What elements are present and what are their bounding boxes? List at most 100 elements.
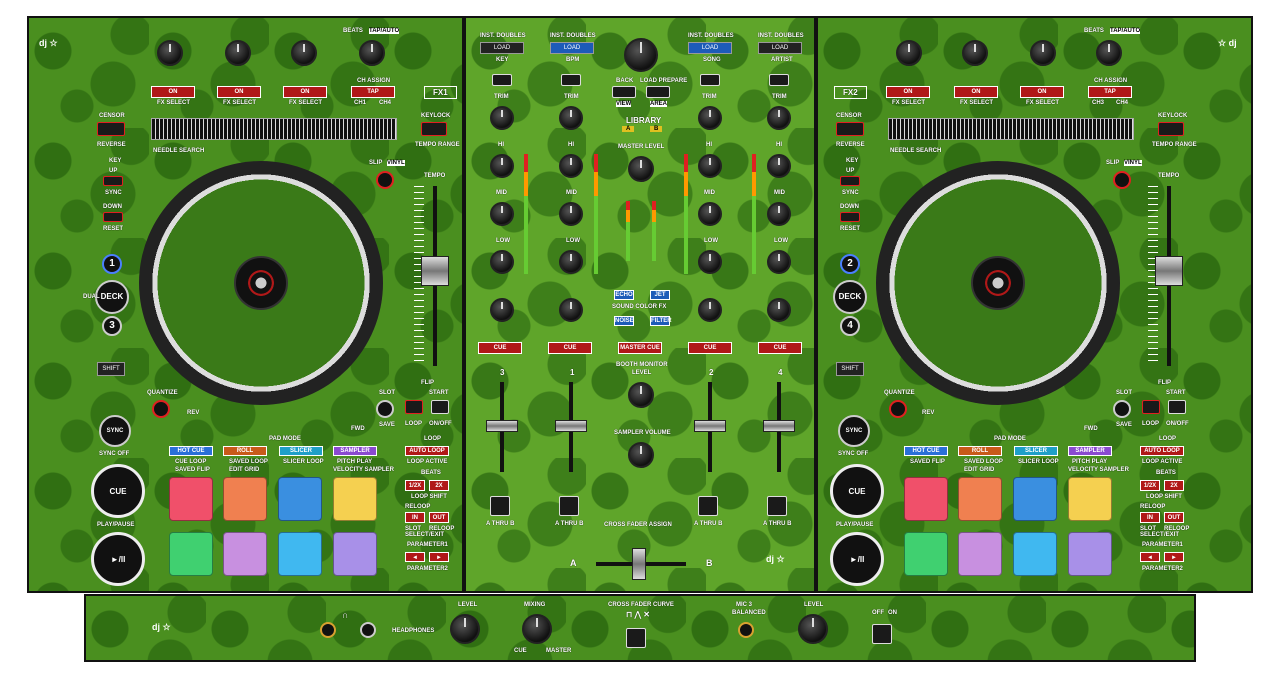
pad-r-4[interactable] <box>1068 477 1112 521</box>
booth-monitor-knob[interactable] <box>628 382 654 408</box>
fx2-knob-1[interactable] <box>896 40 922 66</box>
key-up-button[interactable] <box>103 176 123 186</box>
trim-knob-3[interactable] <box>490 106 514 130</box>
fx2-knob-2[interactable] <box>962 40 988 66</box>
mic3-jack[interactable] <box>738 622 754 638</box>
vinyl-button-r[interactable] <box>1113 171 1131 189</box>
slicer-button[interactable]: SLICER <box>279 446 323 456</box>
tempo-fader-r[interactable] <box>1155 256 1183 286</box>
color-fx-knob-3[interactable] <box>490 298 514 322</box>
roll-button[interactable]: ROLL <box>223 446 267 456</box>
echo-button[interactable]: ECHO <box>614 290 634 300</box>
quantize-button-r[interactable] <box>889 400 907 418</box>
hi-knob-3[interactable] <box>490 154 514 178</box>
fx1-on-button-1[interactable]: ON <box>151 86 195 98</box>
param-right-button[interactable]: ► <box>429 552 449 562</box>
auto-loop-button[interactable]: AUTO LOOP <box>405 446 449 456</box>
sync-button[interactable]: SYNC <box>99 415 131 447</box>
pad-6[interactable] <box>223 532 267 576</box>
deck-3-button[interactable]: 3 <box>102 316 122 336</box>
fx2-on-button-1[interactable]: ON <box>886 86 930 98</box>
loop-half-button-r[interactable]: 1/2X <box>1140 480 1160 491</box>
pad-3[interactable] <box>278 477 322 521</box>
key-up-button-r[interactable] <box>840 176 860 186</box>
cue-button[interactable]: CUE <box>91 464 145 518</box>
fx2-on-button-2[interactable]: ON <box>954 86 998 98</box>
master-cue-button[interactable]: MASTER CUE <box>618 342 662 354</box>
key-down-button-r[interactable] <box>840 212 860 222</box>
roll-button-r[interactable]: ROLL <box>958 446 1002 456</box>
loop-double-button-r[interactable]: 2X <box>1164 480 1184 491</box>
pad-2[interactable] <box>223 477 267 521</box>
keylock-button[interactable] <box>421 122 447 136</box>
keylock-button-r[interactable] <box>1158 122 1184 136</box>
pad-7[interactable] <box>278 532 322 576</box>
slot-button[interactable] <box>376 400 394 418</box>
pad-r-5[interactable] <box>904 532 948 576</box>
hi-knob-1[interactable] <box>559 154 583 178</box>
browse-knob[interactable] <box>624 38 658 72</box>
master-level-knob[interactable] <box>628 156 654 182</box>
slot-button-r[interactable] <box>1113 400 1131 418</box>
jet-button[interactable]: JET <box>650 290 670 300</box>
loop-in-button-r[interactable]: IN <box>1140 512 1160 523</box>
play-pause-button[interactable]: ►/II <box>91 532 145 586</box>
tempo-fader[interactable] <box>421 256 449 286</box>
loop-double-button[interactable]: 2X <box>429 480 449 491</box>
auto-loop-button-r[interactable]: AUTO LOOP <box>1140 446 1184 456</box>
sampler-volume-knob[interactable] <box>628 442 654 468</box>
mid-knob-3[interactable] <box>490 202 514 226</box>
censor-button-r[interactable] <box>836 122 864 136</box>
channel-fader-2[interactable] <box>694 420 726 432</box>
deck-button[interactable]: DECK <box>95 280 129 314</box>
deck-2-button[interactable]: 2 <box>840 254 860 274</box>
sync-button-r[interactable]: SYNC <box>838 415 870 447</box>
back-button[interactable] <box>612 86 636 98</box>
param-right-button-r[interactable]: ► <box>1164 552 1184 562</box>
pad-r-1[interactable] <box>904 477 948 521</box>
fx1-on-button-2[interactable]: ON <box>217 86 261 98</box>
pad-r-7[interactable] <box>1013 532 1057 576</box>
input-switch-3[interactable] <box>492 74 512 86</box>
flip-start-button[interactable] <box>431 400 449 414</box>
fx1-on-button-3[interactable]: ON <box>283 86 327 98</box>
fx2-knob-3[interactable] <box>1030 40 1056 66</box>
input-switch-2[interactable] <box>700 74 720 86</box>
sampler-button[interactable]: SAMPLER <box>333 446 377 456</box>
mid-knob-2[interactable] <box>698 202 722 226</box>
shift-button[interactable]: SHIFT <box>97 362 125 376</box>
filter-button[interactable]: FILTER <box>650 316 672 326</box>
input-switch-4[interactable] <box>769 74 789 86</box>
hi-knob-2[interactable] <box>698 154 722 178</box>
sampler-button-r[interactable]: SAMPLER <box>1068 446 1112 456</box>
loop-out-button[interactable]: OUT <box>429 512 449 523</box>
xf-assign-switch-1[interactable] <box>559 496 579 516</box>
trim-knob-4[interactable] <box>767 106 791 130</box>
load-button-1[interactable]: LOAD <box>550 42 594 54</box>
crossfader[interactable] <box>632 548 646 580</box>
color-fx-knob-1[interactable] <box>559 298 583 322</box>
censor-button[interactable] <box>97 122 125 136</box>
fx2-beats-knob[interactable] <box>1096 40 1122 66</box>
load-prepare-button[interactable] <box>646 86 670 98</box>
needle-search-strip[interactable] <box>151 118 397 140</box>
loop-in-button[interactable]: IN <box>405 512 425 523</box>
key-down-button[interactable] <box>103 212 123 222</box>
loop-out-button-r[interactable]: OUT <box>1164 512 1184 523</box>
pad-8[interactable] <box>333 532 377 576</box>
channel-fader-1[interactable] <box>555 420 587 432</box>
mid-knob-1[interactable] <box>559 202 583 226</box>
mic-level-knob[interactable] <box>798 614 828 644</box>
deck-4-button[interactable]: 4 <box>840 316 860 336</box>
trim-knob-2[interactable] <box>698 106 722 130</box>
flip-loop-button[interactable] <box>405 400 423 414</box>
flip-loop-button-r[interactable] <box>1142 400 1160 414</box>
low-knob-2[interactable] <box>698 250 722 274</box>
pad-r-2[interactable] <box>958 477 1002 521</box>
noise-button[interactable]: NOISE <box>614 316 634 326</box>
cue-button-2[interactable]: CUE <box>688 342 732 354</box>
xf-assign-switch-2[interactable] <box>698 496 718 516</box>
fx2-tap-button[interactable]: TAP <box>1088 86 1132 98</box>
load-button-4[interactable]: LOAD <box>758 42 802 54</box>
deck-button-r[interactable]: DECK <box>833 280 867 314</box>
